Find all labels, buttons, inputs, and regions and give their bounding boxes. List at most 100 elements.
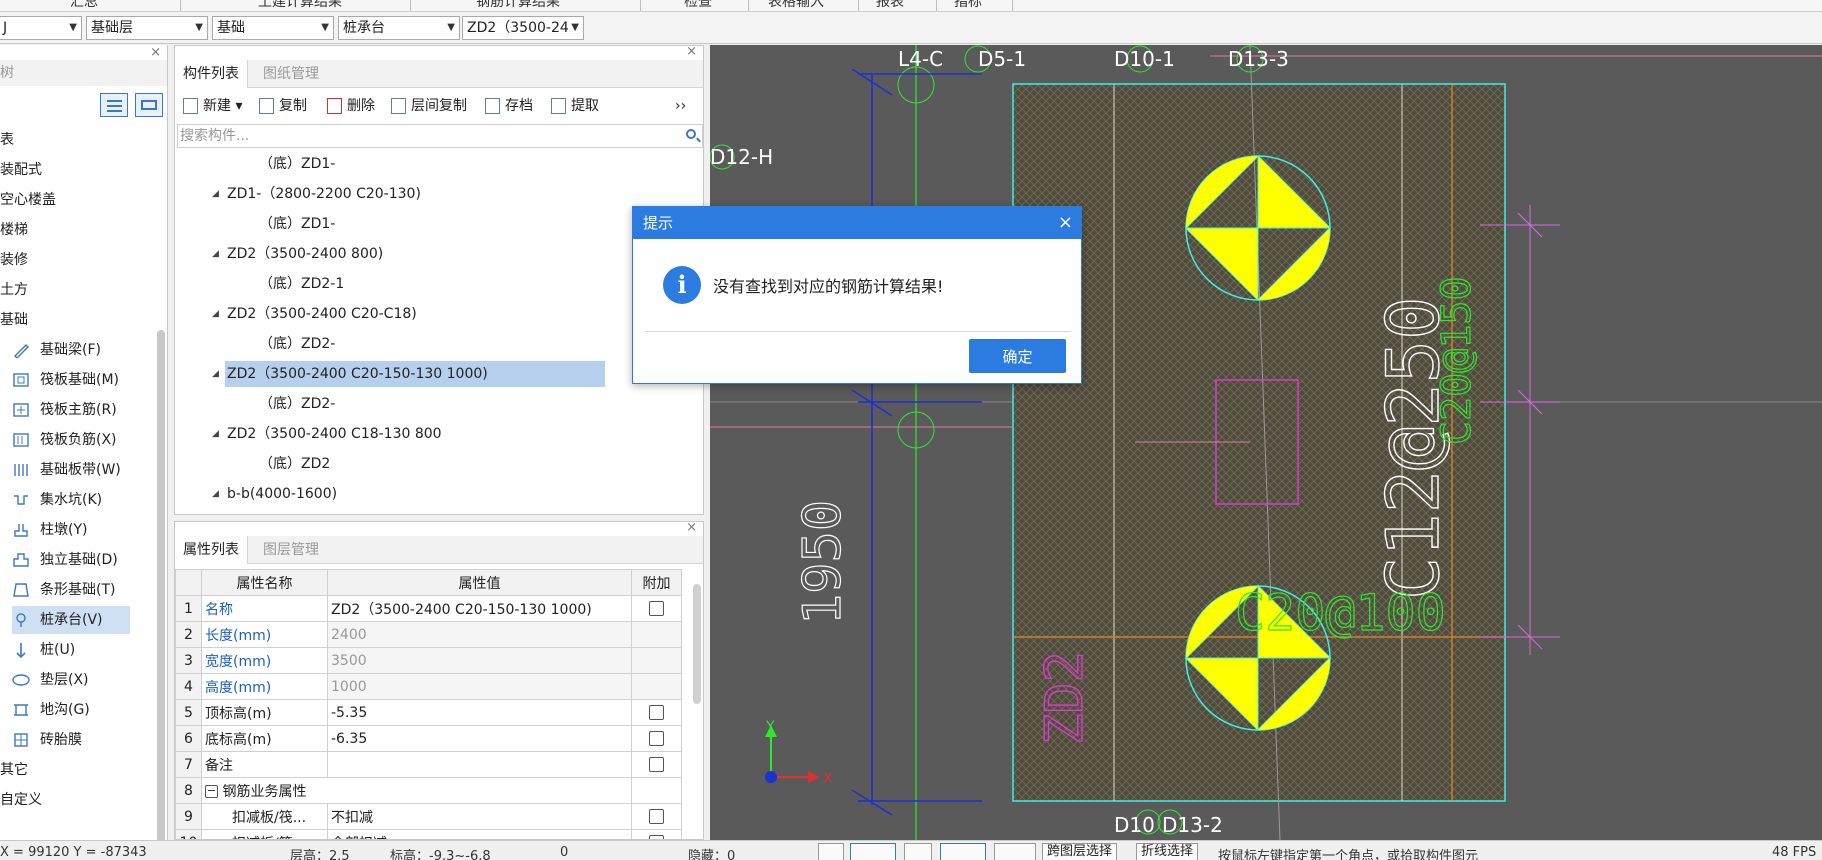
table-row[interactable]: 10 扣减板/筏... 全部扣减	[175, 829, 682, 839]
component-select[interactable]: ZD2（3500-24 ▼	[462, 16, 584, 40]
list-item[interactable]: （底）ZD2	[259, 451, 330, 477]
tree-item-column-pier[interactable]: 柱墩(Y)	[12, 516, 87, 544]
check-toggle[interactable]	[940, 843, 986, 860]
property-value[interactable]: -5.35	[327, 699, 632, 726]
list-item[interactable]: ◢ ZD2（3500-2400 800)	[212, 241, 383, 267]
ribbon-summary[interactable]: 汇总	[70, 0, 98, 11]
list-item[interactable]: ◢ ZD2（3500-2400 C20-C18)	[212, 301, 417, 327]
tree-item-table[interactable]: 表	[0, 126, 14, 154]
property-group[interactable]: − 钢筋业务属性	[201, 777, 632, 804]
attach-checkbox[interactable]	[649, 731, 664, 746]
tree-item-raft-main-rebar[interactable]: 筏板主筋(R)	[12, 396, 117, 424]
snap-toggle[interactable]	[850, 843, 896, 860]
tab-drawing-management[interactable]: 图纸管理	[255, 60, 327, 88]
delete-button[interactable]: 删除	[325, 92, 375, 120]
more-button[interactable]: ››	[675, 92, 686, 120]
attach-checkbox[interactable]	[649, 601, 664, 616]
layer-select[interactable]: 基础层 ▼	[86, 16, 208, 40]
extract-button[interactable]: 提取	[549, 92, 599, 120]
tree-item-earthwork[interactable]: 土方	[0, 276, 28, 304]
collapse-icon[interactable]: −	[205, 785, 218, 798]
tab-property-list[interactable]: 属性列表	[175, 536, 248, 564]
expand-icon[interactable]: ◢	[212, 361, 219, 387]
tree-item-strip-footing[interactable]: 条形基础(T)	[12, 576, 115, 604]
tree-item-brick-mold[interactable]: 砖胎膜	[12, 726, 82, 754]
polyline-select-button[interactable]: 折线选择	[1136, 843, 1199, 860]
ribbon-index[interactable]: 指标	[954, 0, 982, 11]
ortho-toggle[interactable]	[818, 843, 844, 860]
tree-item-pile[interactable]: 桩(U)	[12, 636, 75, 664]
tab-layer-management[interactable]: 图层管理	[255, 536, 327, 564]
tree-item-hollow-floor[interactable]: 空心楼盖	[0, 186, 56, 214]
list-item[interactable]: ◢ b-b(4000-1600)	[212, 481, 337, 507]
table-row[interactable]: 8 − 钢筋业务属性	[175, 777, 682, 804]
tree-item-foundation-beam[interactable]: 基础梁(F)	[12, 336, 101, 364]
table-row[interactable]: 6 底标高(m) -6.35	[175, 725, 682, 752]
table-row[interactable]: 3 宽度(mm) 3500	[175, 647, 682, 674]
tree-item-trench[interactable]: 地沟(G)	[12, 696, 90, 724]
search-icon[interactable]	[686, 129, 696, 139]
tree-item-pile-cap[interactable]: 桩承台(V)	[12, 606, 130, 634]
close-icon[interactable]: ×	[150, 45, 161, 60]
ribbon-report[interactable]: 报表	[876, 0, 904, 11]
close-icon[interactable]: ×	[686, 522, 697, 535]
ribbon-check[interactable]: 检查	[684, 0, 712, 11]
attach-checkbox[interactable]	[649, 757, 664, 772]
attach-checkbox[interactable]	[649, 809, 664, 824]
category-select[interactable]: 基础 ▼	[212, 16, 334, 40]
table-row[interactable]: 2 长度(mm) 2400	[175, 621, 682, 648]
tree-item-stairs[interactable]: 楼梯	[0, 216, 28, 244]
expand-icon[interactable]: ◢	[212, 241, 219, 267]
property-value[interactable]: ZD2（3500-2400 C20-150-130 1000)	[327, 595, 632, 622]
property-value[interactable]: 不扣减	[327, 803, 632, 830]
tree-item-decoration[interactable]: 装修	[0, 246, 28, 274]
close-icon[interactable]: ×	[1058, 207, 1073, 239]
property-scrollbar[interactable]	[693, 584, 701, 704]
attach-checkbox[interactable]	[649, 705, 664, 720]
list-item[interactable]: （底）ZD2-	[259, 391, 335, 417]
floor-select[interactable]: J ▼	[0, 16, 82, 40]
table-row[interactable]: 5 顶标高(m) -5.35	[175, 699, 682, 726]
list-item[interactable]: ◢ ZD1-（2800-2200 C20-130)	[212, 181, 421, 207]
tree-item-prefab[interactable]: 装配式	[0, 156, 42, 184]
cad-drawing[interactable]: 1950 C12@250 C20@150 C20@100 ZD2 Y X	[710, 45, 1822, 840]
list-view-button[interactable]	[100, 93, 128, 117]
tree-item-custom[interactable]: 自定义	[0, 786, 42, 814]
list-item[interactable]: （底）ZD1-	[259, 211, 335, 237]
list-item[interactable]: （底）ZD2-	[259, 331, 335, 357]
list-item[interactable]: （底）ZD2-1	[259, 271, 344, 297]
tree-item-other[interactable]: 其它	[0, 756, 28, 784]
property-value[interactable]	[327, 751, 632, 778]
expand-icon[interactable]: ◢	[212, 301, 219, 327]
expand-icon[interactable]: ◢	[212, 481, 219, 507]
list-item-selected[interactable]: ◢ ZD2（3500-2400 C20-150-130 1000)	[212, 361, 605, 387]
table-row[interactable]: 4 高度(mm) 1000	[175, 673, 682, 700]
new-button[interactable]: 新建 ▾	[181, 92, 242, 120]
table-row[interactable]: 1 名称 ZD2（3500-2400 C20-150-130 1000)	[175, 595, 682, 622]
property-value[interactable]: 全部扣减	[327, 829, 632, 839]
floor-copy-button[interactable]: 层间复制	[389, 92, 467, 120]
tree-item-cushion-layer[interactable]: 垫层(X)	[12, 666, 89, 694]
table-row[interactable]: 7 备注	[175, 751, 682, 778]
plus-toggle[interactable]	[994, 843, 1036, 860]
expand-icon[interactable]: ◢	[212, 421, 219, 447]
cad-viewport[interactable]: 1950 C12@250 C20@150 C20@100 ZD2 Y X L4-…	[710, 45, 1822, 840]
tab-component-list[interactable]: 构件列表	[175, 60, 248, 88]
tree-item-isolated-footing[interactable]: 独立基础(D)	[12, 546, 118, 574]
tree-item-foundation-strip[interactable]: 基础板带(W)	[12, 456, 121, 484]
grid-view-button[interactable]	[135, 93, 163, 117]
ribbon-rebar-result[interactable]: 钢筋计算结果	[476, 0, 560, 11]
cross-layer-select-button[interactable]: 跨图层选择	[1042, 843, 1118, 860]
table-row[interactable]: 9 扣减板/筏... 不扣减	[175, 803, 682, 830]
close-icon[interactable]: ×	[686, 46, 697, 59]
pile-symbol-top[interactable]	[1184, 154, 1332, 302]
search-input[interactable]	[178, 125, 658, 147]
expand-icon[interactable]: ◢	[212, 181, 219, 207]
archive-button[interactable]: 存档	[483, 92, 533, 120]
list-item[interactable]: （底）ZD1-	[259, 151, 335, 177]
type-select[interactable]: 桩承台 ▼	[338, 16, 460, 40]
tree-item-raft-foundation[interactable]: 筏板基础(M)	[12, 366, 119, 394]
tree-item-raft-negative-rebar[interactable]: 筏板负筋(X)	[12, 426, 117, 454]
tree-item-sump-pit[interactable]: 集水坑(K)	[12, 486, 102, 514]
list-item[interactable]: ◢ ZD2（3500-2400 C18-130 800	[212, 421, 442, 447]
